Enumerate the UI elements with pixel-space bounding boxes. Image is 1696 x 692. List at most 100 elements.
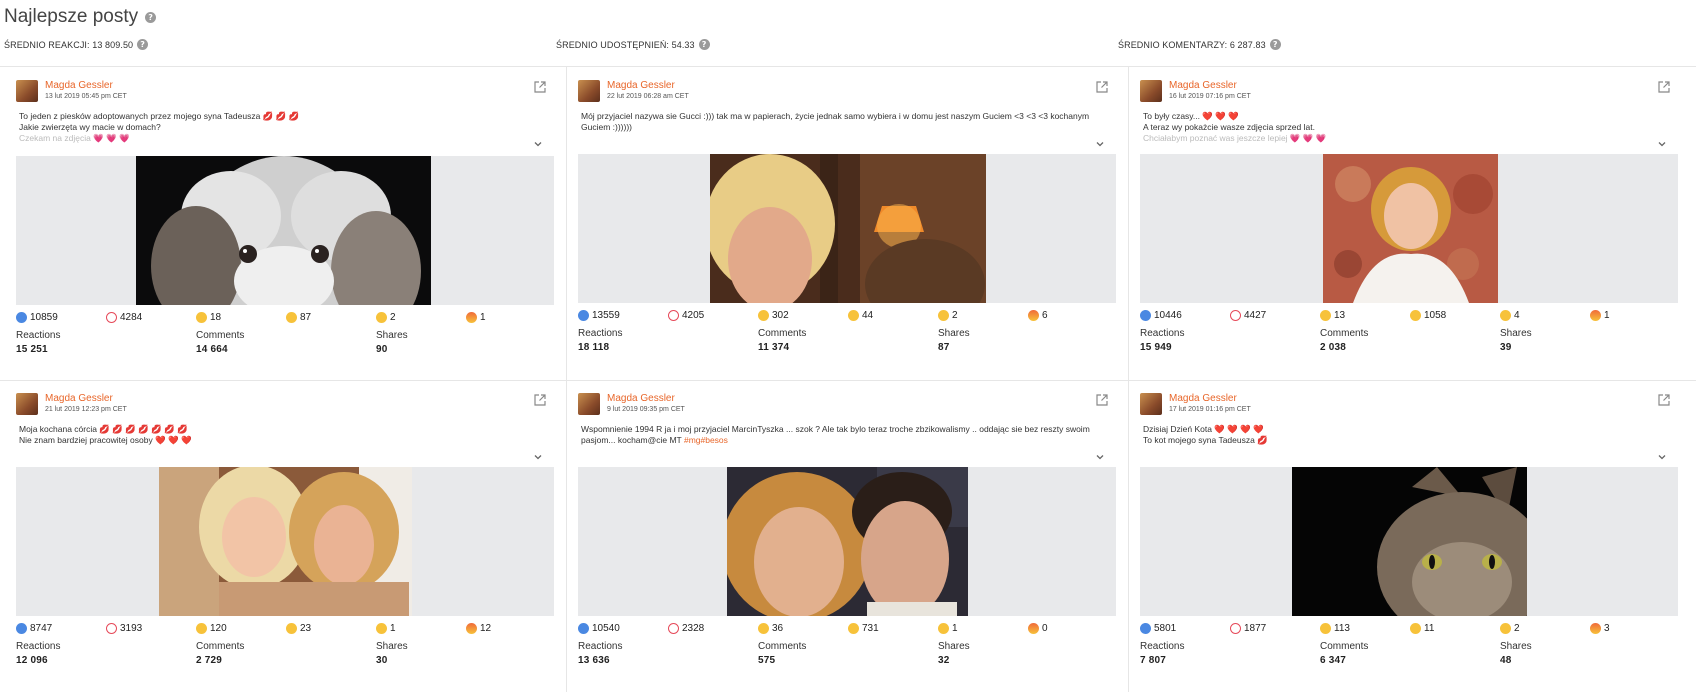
post-author-link[interactable]: Magda Gessler <box>607 393 675 404</box>
post-text-line: A teraz wy pokażcie wasze zdjęcia sprzed… <box>1143 122 1663 133</box>
metric-value: 14 664 <box>196 344 228 355</box>
reaction-haha: 13 <box>1320 310 1345 321</box>
metric-value: 48 <box>1500 655 1512 666</box>
external-link-icon[interactable] <box>1657 393 1671 407</box>
reaction-wow: 1058 <box>1410 310 1446 321</box>
metric-reactions: Reactions 15 251 <box>16 330 60 355</box>
reaction-count: 113 <box>1334 623 1350 634</box>
metric-shares: Shares 90 <box>376 330 408 355</box>
post-card: Magda Gessler 17 lut 2019 01:16 pm CET Dz… <box>1140 381 1680 671</box>
help-icon[interactable]: ? <box>1269 39 1281 50</box>
author-avatar[interactable] <box>16 393 38 415</box>
haha-icon <box>1320 623 1331 634</box>
external-link-icon[interactable] <box>1095 393 1109 407</box>
like-icon <box>1140 623 1151 634</box>
chevron-down-icon[interactable] <box>1095 136 1105 147</box>
reaction-count: 2 <box>1514 623 1520 634</box>
reaction-angry: 1 <box>466 312 486 323</box>
post-media[interactable] <box>578 154 1116 303</box>
chevron-down-icon[interactable] <box>1657 136 1667 147</box>
sad-icon <box>376 312 387 323</box>
reaction-count: 10446 <box>1154 310 1182 321</box>
external-link-icon[interactable] <box>1095 80 1109 94</box>
post-text-line: Mój przyjaciel nazywa sie Gucci :))) tak… <box>581 111 1090 121</box>
love-icon <box>668 310 679 321</box>
author-avatar[interactable] <box>1140 393 1162 415</box>
post-image[interactable] <box>722 467 968 616</box>
author-avatar[interactable] <box>578 80 600 102</box>
metric-value: 2 038 <box>1320 342 1347 353</box>
reaction-count: 731 <box>862 623 879 634</box>
external-link-icon[interactable] <box>533 393 547 407</box>
reactions-row: 10446 4427 13 1058 4 1 <box>1140 310 1680 324</box>
metric-label: Shares <box>376 641 408 652</box>
chevron-down-icon[interactable] <box>1095 449 1105 460</box>
reaction-love: 4284 <box>106 312 142 323</box>
reaction-sad: 4 <box>1500 310 1520 321</box>
post-author-link[interactable]: Magda Gessler <box>1169 80 1237 91</box>
post-image[interactable] <box>1292 467 1547 616</box>
love-icon <box>106 623 117 634</box>
post-date: 9 lut 2019 09:35 pm CET <box>607 406 685 413</box>
help-icon[interactable]: ? <box>145 11 157 23</box>
metric-label: Reactions <box>578 328 623 339</box>
post-media[interactable] <box>578 467 1116 616</box>
hashtag-link[interactable]: #mg#besos <box>684 435 728 445</box>
author-avatar[interactable] <box>16 80 38 102</box>
post-card: Magda Gessler 9 lut 2019 09:35 pm CET Wsp… <box>578 381 1118 671</box>
author-avatar[interactable] <box>1140 80 1162 102</box>
post-media[interactable] <box>1140 154 1678 303</box>
metric-value: 87 <box>938 342 950 353</box>
metric-value: 18 118 <box>578 342 610 353</box>
post-image[interactable] <box>1323 154 1498 303</box>
post-image[interactable] <box>136 156 431 305</box>
reaction-count: 1 <box>480 312 486 323</box>
post-media[interactable] <box>1140 467 1678 616</box>
help-icon[interactable]: ? <box>698 39 710 50</box>
love-icon <box>106 312 117 323</box>
reaction-count: 4427 <box>1244 310 1267 321</box>
metric-value: 39 <box>1500 342 1512 353</box>
external-link-icon[interactable] <box>533 80 547 94</box>
post-image[interactable] <box>705 154 986 303</box>
metric-value: 6 347 <box>1320 655 1347 666</box>
haha-icon <box>196 623 207 634</box>
metric-label: Comments <box>758 641 807 652</box>
post-date: 13 lut 2019 05:45 pm CET <box>45 93 127 100</box>
chevron-down-icon[interactable] <box>533 136 543 147</box>
metric-comments: Comments 2 729 <box>196 641 244 666</box>
post-author-link[interactable]: Magda Gessler <box>45 80 113 91</box>
external-link-icon[interactable] <box>1657 80 1671 94</box>
reaction-count: 3 <box>1604 623 1610 634</box>
sad-icon <box>1500 310 1511 321</box>
reaction-like: 5801 <box>1140 623 1176 634</box>
post-author-link[interactable]: Magda Gessler <box>45 393 113 404</box>
chevron-down-icon[interactable] <box>1657 449 1667 460</box>
help-icon[interactable]: ? <box>137 39 149 50</box>
reaction-count: 0 <box>1042 623 1048 634</box>
post-image[interactable] <box>159 467 412 616</box>
post-card: Magda Gessler 21 lut 2019 12:23 pm CET Mo… <box>16 381 556 671</box>
reaction-haha: 120 <box>196 623 227 634</box>
reaction-sad: 2 <box>938 310 958 321</box>
chevron-down-icon[interactable] <box>533 449 543 460</box>
metric-comments: Comments 2 038 <box>1320 328 1368 353</box>
reaction-angry: 12 <box>466 623 491 634</box>
post-media[interactable] <box>16 156 554 305</box>
metric-shares: Shares 87 <box>938 328 970 353</box>
post-text: Mój przyjaciel nazywa sie Gucci :))) tak… <box>581 111 1101 144</box>
author-avatar[interactable] <box>578 393 600 415</box>
post-text-span: Nie znam bardziej pracowitej osoby ❤️ ❤️… <box>19 435 192 445</box>
post-text: Moja kochana córcia 💋 💋 💋 💋 💋 💋 💋 Nie zn… <box>19 424 539 457</box>
metric-comments: Comments 14 664 <box>196 330 244 355</box>
reactions-row: 5801 1877 113 11 2 3 <box>1140 623 1680 637</box>
wow-icon <box>286 312 297 323</box>
reaction-count: 23 <box>300 623 312 634</box>
metric-label: Shares <box>376 330 408 341</box>
reaction-like: 8747 <box>16 623 52 634</box>
post-author-link[interactable]: Magda Gessler <box>1169 393 1237 404</box>
metric-shares: Shares 30 <box>376 641 408 666</box>
metric-label: Reactions <box>16 641 61 652</box>
post-author-link[interactable]: Magda Gessler <box>607 80 675 91</box>
post-media[interactable] <box>16 467 554 616</box>
